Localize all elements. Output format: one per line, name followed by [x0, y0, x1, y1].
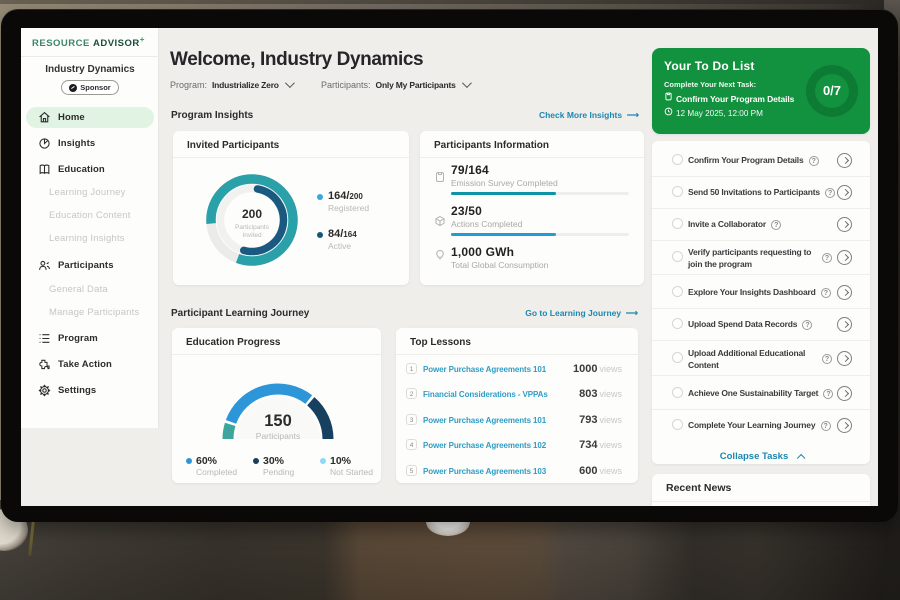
svg-text:150: 150	[264, 412, 292, 430]
svg-text:Participants: Participants	[256, 431, 300, 441]
svg-text:Invited: Invited	[242, 232, 262, 239]
svg-text:200: 200	[242, 207, 262, 221]
svg-text:Participants: Participants	[235, 224, 270, 231]
